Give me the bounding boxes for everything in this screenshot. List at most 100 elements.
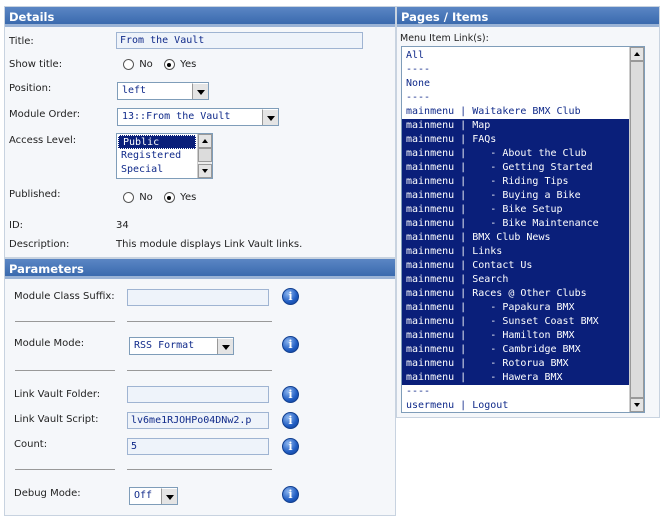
access-level-listbox[interactable]: Public Registered Special: [116, 133, 213, 179]
show-title-yes-radio[interactable]: [163, 59, 175, 70]
menu-item-option[interactable]: mainmenu | Waitakere BMX Club: [402, 105, 629, 119]
pages-items-panel: Pages / Items Menu Item Link(s): All ----…: [396, 6, 660, 418]
menu-items-scrollbar[interactable]: [629, 47, 644, 412]
description-value: This module displays Link Vault links.: [116, 239, 303, 250]
pages-items-header: Pages / Items: [397, 7, 659, 27]
count-label: Count:: [14, 439, 48, 450]
menu-item-option[interactable]: ----: [402, 385, 629, 399]
menu-item-option[interactable]: mainmenu | - Cambridge BMX: [402, 343, 629, 357]
position-select-value: left: [122, 85, 147, 96]
menu-item-option[interactable]: mainmenu | - Bike Setup: [402, 203, 629, 217]
menu-item-option[interactable]: mainmenu | - Rotorua BMX: [402, 357, 629, 371]
menu-item-option[interactable]: mainmenu | - Buying a Bike: [402, 189, 629, 203]
position-select[interactable]: left: [117, 82, 209, 100]
scroll-thumb[interactable]: [630, 61, 644, 398]
chevron-down-icon[interactable]: [217, 338, 233, 354]
info-icon[interactable]: i: [282, 386, 299, 403]
published-label: Published:: [9, 189, 61, 200]
published-no-label: No: [139, 192, 153, 203]
menu-item-option[interactable]: mainmenu | - About the Club: [402, 147, 629, 161]
id-label: ID:: [9, 220, 24, 231]
menu-item-option[interactable]: mainmenu | FAQs: [402, 133, 629, 147]
access-option-public[interactable]: Public: [118, 135, 196, 149]
menu-item-option[interactable]: None: [402, 77, 629, 91]
scroll-down-icon[interactable]: [630, 398, 644, 412]
menu-item-option[interactable]: mainmenu | Contact Us: [402, 259, 629, 273]
chevron-down-icon[interactable]: [161, 488, 177, 504]
show-title-label: Show title:: [9, 59, 63, 70]
show-title-radios: No Yes: [123, 59, 196, 71]
link-vault-script-label: Link Vault Script:: [14, 414, 99, 425]
link-vault-folder-label: Link Vault Folder:: [14, 389, 101, 400]
module-mode-select-value: RSS Format: [134, 340, 195, 351]
menu-item-links-listbox[interactable]: All ---- None ---- mainmenu | Waitakere BMX …: [401, 46, 645, 413]
scroll-up-icon[interactable]: [630, 47, 644, 61]
info-icon[interactable]: i: [282, 336, 299, 353]
menu-item-option[interactable]: mainmenu | - Papakura BMX: [402, 301, 629, 315]
chevron-down-icon[interactable]: [192, 83, 208, 99]
info-icon[interactable]: i: [282, 486, 299, 503]
menu-item-option[interactable]: ----: [402, 91, 629, 105]
chevron-down-icon[interactable]: [262, 109, 278, 125]
details-header: Details: [5, 7, 395, 27]
module-mode-label: Module Mode:: [14, 338, 85, 349]
link-vault-folder-input[interactable]: [127, 386, 269, 403]
scroll-up-icon[interactable]: [198, 134, 212, 148]
module-mode-select[interactable]: RSS Format: [129, 337, 234, 355]
id-value: 34: [116, 220, 129, 231]
access-level-label: Access Level:: [9, 135, 77, 146]
published-yes-label: Yes: [180, 192, 197, 203]
parameters-panel: Parameters Module Class Suffix: i Module…: [4, 258, 396, 516]
access-level-scrollbar[interactable]: [197, 134, 212, 178]
title-label: Title:: [9, 36, 34, 47]
menu-item-option[interactable]: mainmenu | Races @ Other Clubs: [402, 287, 629, 301]
divider: [15, 321, 115, 322]
module-class-suffix-input[interactable]: [127, 289, 269, 306]
debug-mode-select[interactable]: Off: [129, 487, 178, 505]
debug-mode-label: Debug Mode:: [14, 488, 81, 499]
menu-item-option[interactable]: mainmenu | - Riding Tips: [402, 175, 629, 189]
link-vault-script-input[interactable]: lv6me1RJOHPo04DNw2.p: [127, 412, 269, 429]
module-order-select-value: 13::From the Vault: [122, 111, 231, 122]
menu-item-option[interactable]: mainmenu | - Hamilton BMX: [402, 329, 629, 343]
module-order-label: Module Order:: [9, 109, 81, 120]
debug-mode-select-value: Off: [134, 490, 153, 501]
menu-item-option[interactable]: ----: [402, 63, 629, 77]
position-label: Position:: [9, 83, 52, 94]
scroll-thumb[interactable]: [198, 148, 212, 162]
show-title-no-label: No: [139, 59, 153, 70]
count-input[interactable]: 5: [127, 438, 269, 455]
show-title-no-radio[interactable]: [123, 59, 134, 70]
divider: [15, 370, 115, 371]
published-yes-radio[interactable]: [163, 192, 175, 203]
info-icon[interactable]: i: [282, 288, 299, 305]
published-no-radio[interactable]: [123, 192, 134, 203]
divider: [15, 469, 115, 470]
menu-item-option[interactable]: mainmenu | - Hawera BMX: [402, 371, 629, 385]
description-label: Description:: [9, 239, 70, 250]
module-order-select[interactable]: 13::From the Vault: [117, 108, 279, 126]
menu-item-option[interactable]: mainmenu | - Bike Maintenance: [402, 217, 629, 231]
parameters-header: Parameters: [5, 259, 395, 279]
details-panel: Details Title: From the Vault Show title…: [4, 6, 396, 258]
module-class-suffix-label: Module Class Suffix:: [14, 291, 115, 302]
menu-item-option[interactable]: mainmenu | Map: [402, 119, 629, 133]
divider: [127, 469, 272, 470]
divider: [127, 370, 272, 371]
title-input[interactable]: From the Vault: [116, 32, 363, 49]
scroll-down-icon[interactable]: [198, 164, 212, 178]
menu-item-option[interactable]: mainmenu | - Sunset Coast BMX: [402, 315, 629, 329]
divider: [127, 321, 272, 322]
menu-item-option[interactable]: usermenu | Logout: [402, 399, 629, 412]
published-radios: No Yes: [123, 192, 196, 204]
menu-item-option[interactable]: mainmenu | Search: [402, 273, 629, 287]
show-title-yes-label: Yes: [180, 59, 197, 70]
menu-item-option[interactable]: mainmenu | Links: [402, 245, 629, 259]
menu-item-option[interactable]: mainmenu | BMX Club News: [402, 231, 629, 245]
menu-item-links-label: Menu Item Link(s):: [400, 33, 489, 44]
menu-options: All ---- None ---- mainmenu | Waitakere BMX …: [402, 49, 629, 412]
menu-item-option[interactable]: mainmenu | - Getting Started: [402, 161, 629, 175]
menu-item-option[interactable]: All: [402, 49, 629, 63]
info-icon[interactable]: i: [282, 438, 299, 455]
info-icon[interactable]: i: [282, 412, 299, 429]
